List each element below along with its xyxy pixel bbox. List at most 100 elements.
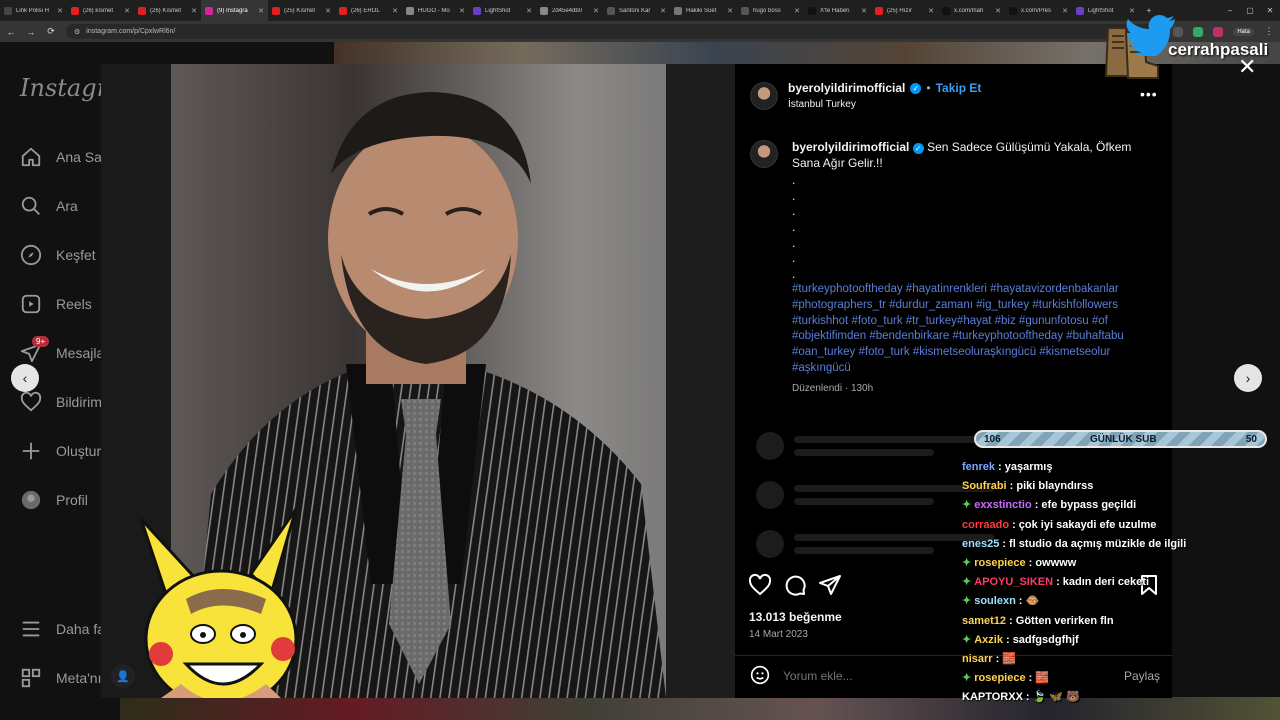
chat-message: ✦ rosepiece: owwww [962, 554, 1202, 573]
reload-icon[interactable]: ⟳ [46, 26, 56, 37]
comment-icon[interactable] [783, 573, 807, 597]
emoji-icon[interactable] [750, 665, 770, 685]
browser-tab[interactable]: LightShot ✕ [469, 0, 536, 21]
chat-username: nisarr [962, 653, 993, 666]
next-post-button[interactable]: › [1234, 364, 1262, 392]
chat-message: ✦ rosepiece: 🧱 [962, 669, 1202, 688]
tab-title: 2d45e4db0 [552, 7, 583, 14]
chat-text: : kadın deri ceketi [1056, 576, 1150, 589]
tab-favicon-icon [1009, 6, 1017, 15]
extension-icon[interactable] [1193, 26, 1204, 37]
tab-close-icon[interactable]: ✕ [794, 7, 800, 15]
window-close-button[interactable]: ✕ [1260, 6, 1280, 15]
url-field[interactable]: ⚙ instagram.com/p/CpxlwRl6n/ [66, 24, 1164, 39]
more-options-icon[interactable]: ••• [1140, 86, 1158, 102]
browser-tab[interactable]: (9) Instagra ✕ [201, 0, 268, 21]
tab-close-icon[interactable]: ✕ [660, 7, 666, 15]
caption-dot: . [792, 173, 796, 188]
post-photo[interactable]: 👤 [101, 64, 735, 698]
tab-favicon-icon [71, 6, 79, 15]
menu-icon[interactable]: ⋮ [1264, 26, 1274, 37]
tab-close-icon[interactable]: ✕ [593, 7, 599, 15]
sub-badge-icon: ✦ [962, 672, 972, 685]
chat-username: enes25 [962, 537, 1000, 550]
tab-close-icon[interactable]: ✕ [995, 7, 1001, 15]
extension-icon[interactable] [1213, 26, 1224, 37]
follow-button[interactable]: Takip Et [936, 81, 982, 95]
browser-tab[interactable]: Hakiki Süet ✕ [670, 0, 737, 21]
tab-favicon-icon [674, 6, 682, 15]
sidebar-item-label: Keşfet [56, 247, 96, 263]
hashtag-list[interactable]: #turkeyphotooftheday #hayatinrenkleri #h… [792, 282, 1152, 377]
tab-close-icon[interactable]: ✕ [325, 7, 331, 15]
post-location[interactable]: İstanbul Turkey [788, 99, 981, 110]
caption-dot: . [792, 219, 796, 234]
profile-badge[interactable]: Hata [1233, 27, 1254, 36]
tab-close-icon[interactable]: ✕ [258, 7, 264, 15]
post-age: 130h [850, 383, 874, 394]
browser-tab[interactable]: x.com/mah ✕ [938, 0, 1005, 21]
tab-favicon-icon [205, 6, 213, 15]
minimize-button[interactable]: – [1220, 6, 1240, 15]
tab-close-icon[interactable]: ✕ [392, 7, 398, 15]
browser-tab[interactable]: X'te Haberi ✕ [804, 0, 871, 21]
browser-tab[interactable]: (25) Kısmet ✕ [268, 0, 335, 21]
tab-title: hugo boss [753, 7, 781, 14]
chat-message: ✦ APOYU_SIKEN: kadın deri ceketi [962, 573, 1202, 592]
share-icon[interactable] [818, 573, 842, 597]
back-icon[interactable]: ← [6, 27, 16, 37]
chat-text: : sadfgsdgfhjf [1005, 633, 1079, 646]
sidebar-item-label: Reels [56, 296, 92, 312]
chat-text: : fl studio da açmış müzikle de ilgili [1002, 537, 1187, 550]
chat-message: ✦ soulexn: 🐵 [962, 592, 1202, 611]
browser-tab[interactable]: (25) Hızır ✕ [871, 0, 938, 21]
sidebar-item-label: Profil [56, 492, 88, 508]
edited-label: Düzenlendi [792, 383, 843, 394]
tagged-users-icon[interactable]: 👤 [111, 664, 135, 688]
tab-close-icon[interactable]: ✕ [861, 7, 867, 15]
chat-message: Soufrabi: piki blayndırss [962, 477, 1202, 496]
browser-tab[interactable]: 2d45e4db0 ✕ [536, 0, 603, 21]
tab-close-icon[interactable]: ✕ [124, 7, 130, 15]
tab-close-icon[interactable]: ✕ [928, 7, 934, 15]
tab-close-icon[interactable]: ✕ [459, 7, 465, 15]
author-avatar[interactable] [750, 81, 778, 110]
grid-icon [21, 668, 41, 688]
browser-tab[interactable]: Santoni Kar ✕ [603, 0, 670, 21]
sub-goal-bar: 106 GÜNLÜK SUB 50 [974, 430, 1267, 448]
chat-text: : 🧱 [995, 653, 1016, 666]
chat-text: : piki blayndırss [1009, 480, 1094, 493]
tab-favicon-icon [406, 6, 414, 15]
tab-close-icon[interactable]: ✕ [1062, 7, 1068, 15]
browser-tab[interactable]: HUGO - Mo ✕ [402, 0, 469, 21]
tab-favicon-icon [741, 6, 749, 15]
tab-title: (25) Hızır [887, 7, 913, 14]
likes-count[interactable]: 13.013 beğenme [749, 610, 842, 624]
caption-avatar[interactable] [750, 140, 778, 168]
plus-icon [22, 442, 40, 460]
browser-tab[interactable]: (26) EROL ✕ [335, 0, 402, 21]
author-username[interactable]: byerolyildirimofficial [788, 81, 905, 95]
reels-icon [21, 294, 41, 314]
browser-tab[interactable]: (26) Kısmet ✕ [134, 0, 201, 21]
chat-message: samet12: Götten verirken fln [962, 612, 1202, 631]
forward-icon[interactable]: → [26, 27, 36, 37]
site-info-icon[interactable]: ⚙ [74, 28, 80, 36]
tab-close-icon[interactable]: ✕ [57, 7, 63, 15]
verified-badge-icon: ✓ [910, 82, 922, 94]
tab-close-icon[interactable]: ✕ [191, 7, 197, 15]
browser-tab[interactable]: (26) kısmet ✕ [67, 0, 134, 21]
tab-favicon-icon [473, 6, 481, 15]
prev-post-button[interactable]: ‹ [11, 364, 39, 392]
like-heart-icon[interactable] [748, 573, 772, 597]
maximize-button[interactable]: ▢ [1240, 6, 1260, 15]
browser-tab[interactable]: x.com/Pres ✕ [1005, 0, 1072, 21]
browser-tab[interactable]: hugo boss ✕ [737, 0, 804, 21]
tab-close-icon[interactable]: ✕ [727, 7, 733, 15]
edited-meta: Düzenlendi · 130h [792, 383, 874, 394]
tab-title: Santoni Kar [619, 7, 651, 14]
tab-close-icon[interactable]: ✕ [526, 7, 532, 15]
chat-text: : 🐵 [1018, 595, 1040, 608]
caption-username[interactable]: byerolyildirimofficial [792, 140, 909, 154]
browser-tab[interactable]: Link Polisi H ✕ [0, 0, 67, 21]
